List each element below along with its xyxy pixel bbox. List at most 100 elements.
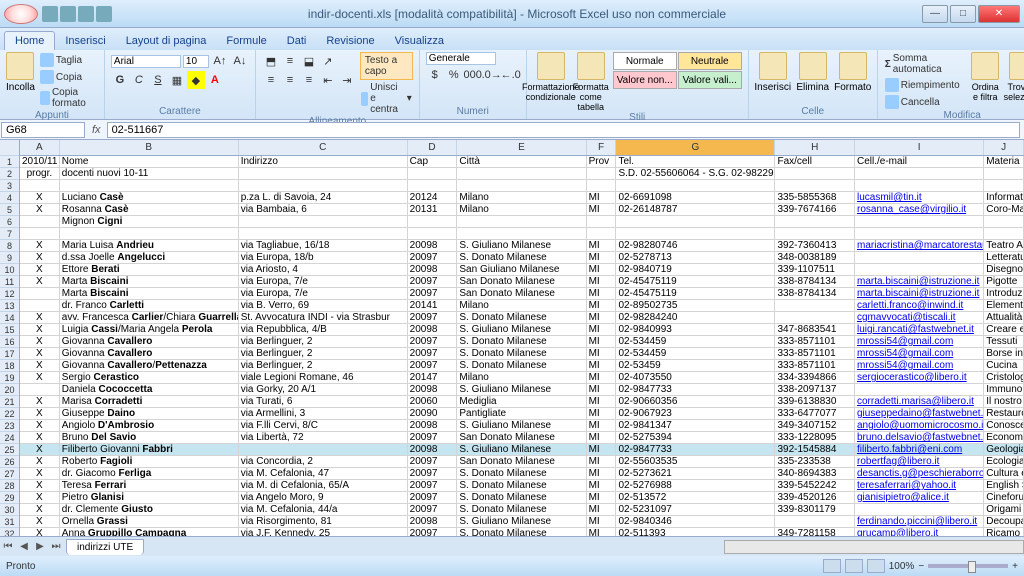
row-header-2[interactable]: 2 [0,168,19,180]
cell[interactable]: Introduzione alle sc [984,288,1024,299]
cell[interactable]: 02-511393 [616,528,775,536]
cell[interactable]: 349-3407152 [775,420,855,431]
cell[interactable]: 334-3394866 [775,372,855,383]
row-header-8[interactable]: 8 [0,240,19,252]
cell[interactable]: Marisa Corradetti [60,396,239,407]
align-right-button[interactable]: ≡ [300,71,318,89]
increase-decimal-button[interactable]: .0→ [483,66,501,84]
row-header-11[interactable]: 11 [0,276,19,288]
cell[interactable]: 347-8683541 [775,324,855,335]
cell[interactable]: Cristologia e Teolo [984,372,1024,383]
zoom-slider[interactable] [928,564,1008,568]
cell[interactable] [587,228,617,239]
cell[interactable]: 02-5278713 [616,252,775,263]
cell[interactable]: Maria Luisa Andrieu [60,240,239,251]
cell[interactable]: via Bambaia, 6 [239,204,408,215]
cell[interactable]: grucamp@libero.it [855,528,984,536]
cell[interactable] [616,180,775,191]
cell[interactable]: X [20,348,60,359]
cell[interactable]: X [20,336,60,347]
cell[interactable]: Disegno "artistico" e [984,264,1024,275]
cell[interactable]: San Donato Milanese [457,456,586,467]
ribbon-tab-home[interactable]: Home [4,31,55,50]
cell[interactable]: ferdinando.piccini@libero.it [855,516,984,527]
cell[interactable] [20,288,60,299]
cell[interactable]: 02-9841347 [616,420,775,431]
cell[interactable]: Mediglia [457,396,586,407]
cell[interactable] [239,168,408,179]
cell[interactable]: 339-6138830 [775,396,855,407]
row-header-7[interactable]: 7 [0,228,19,240]
cell[interactable]: MI [587,444,617,455]
ribbon-tab-dati[interactable]: Dati [277,32,317,50]
cell[interactable]: Pietro Glanisi [60,492,239,503]
cell[interactable]: 20098 [408,324,458,335]
cell[interactable]: angiolo@uomomicrocosmo.it [855,420,984,431]
cell[interactable]: 02-98284240 [616,312,775,323]
formula-bar[interactable] [107,122,1020,138]
cell[interactable]: Ettore Berati [60,264,239,275]
cell[interactable]: d.ssa Joelle Angelucci [60,252,239,263]
qat-redo-icon[interactable] [78,6,94,22]
cell[interactable]: X [20,528,60,536]
cell[interactable]: via F.lli Cervi, 8/C [239,420,408,431]
row-header-29[interactable]: 29 [0,492,19,504]
cell[interactable]: MI [587,420,617,431]
cell[interactable]: avv. Francesca Carlier/Chiara Guarrella/… [60,312,239,323]
cell[interactable]: S. Donato Milanese [457,492,586,503]
cell[interactable]: 02-55603535 [616,456,775,467]
cell[interactable] [457,228,586,239]
cell[interactable]: 02-534459 [616,348,775,359]
cell[interactable]: 02-534459 [616,336,775,347]
office-button[interactable] [4,4,38,24]
cell[interactable]: 02-89502735 [616,300,775,311]
cell[interactable]: via Armellini, 3 [239,408,408,419]
cell[interactable]: 20097 [408,336,458,347]
cell[interactable]: via Turati, 6 [239,396,408,407]
cell[interactable]: 20097 [408,468,458,479]
cell[interactable]: Milano [457,204,586,215]
cell[interactable]: MI [587,468,617,479]
cell[interactable]: MI [587,252,617,263]
cell[interactable] [984,180,1024,191]
format-as-table-button[interactable]: Formatta come tabella [573,52,609,112]
cell[interactable]: MI [587,204,617,215]
cell[interactable]: 339-8301179 [775,504,855,515]
cell[interactable] [239,228,408,239]
cell[interactable]: 338-8784134 [775,288,855,299]
paste-button[interactable]: Incolla [6,52,35,93]
cell[interactable]: X [20,312,60,323]
column-header-J[interactable]: J [984,140,1024,155]
cell[interactable]: 20098 [408,384,458,395]
cell[interactable] [984,168,1024,179]
cell[interactable]: 20090 [408,408,458,419]
page-layout-view-button[interactable] [845,559,863,573]
cell[interactable] [60,228,239,239]
fill-button[interactable]: Riempimento [884,77,966,93]
cell[interactable] [20,300,60,311]
sort-filter-button[interactable]: Ordina e filtra [970,52,1001,102]
cell[interactable] [457,168,586,179]
ribbon-tab-layout di pagina[interactable]: Layout di pagina [116,32,217,50]
cell[interactable]: 02-5231097 [616,504,775,515]
row-header-17[interactable]: 17 [0,348,19,360]
cell[interactable]: dr. Giacomo Ferliga [60,468,239,479]
cell[interactable]: Milano [457,372,586,383]
cell[interactable]: 339-1107511 [775,264,855,275]
row-header-26[interactable]: 26 [0,456,19,468]
increase-indent-button[interactable]: ⇥ [338,71,356,89]
ribbon-tab-inserisci[interactable]: Inserisci [55,32,115,50]
cell[interactable]: MI [587,528,617,536]
cell[interactable]: viale Legioni Romane, 46 [239,372,408,383]
cell[interactable]: via Berlinguer, 2 [239,360,408,371]
column-header-F[interactable]: F [587,140,617,155]
cell[interactable]: dr. Clemente Giusto [60,504,239,515]
cell[interactable]: S. Donato Milanese [457,348,586,359]
cell[interactable]: 02-90660356 [616,396,775,407]
font-name-select[interactable] [111,55,181,68]
row-header-18[interactable]: 18 [0,360,19,372]
cell[interactable]: via M. di Cefalonia, 65/A [239,480,408,491]
cell[interactable] [20,228,60,239]
cell[interactable]: Borse in stoffa [984,348,1024,359]
cell[interactable] [408,180,458,191]
